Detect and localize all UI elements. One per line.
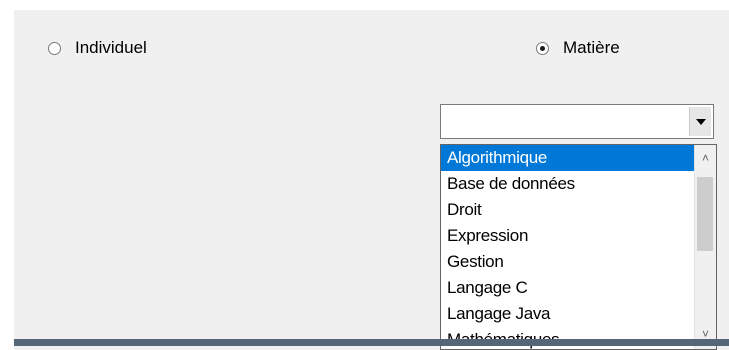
chevron-up-icon[interactable]: ˄	[695, 147, 716, 169]
list-scrollbar[interactable]: ˄ ˅	[694, 145, 716, 349]
list-item[interactable]: Gestion	[441, 249, 695, 275]
radio-matiere[interactable]: Matière	[536, 38, 620, 58]
window-bottom-border	[14, 339, 729, 346]
radio-individuel-label: Individuel	[75, 38, 147, 57]
list-item[interactable]: Langage C	[441, 275, 695, 301]
subject-combobox[interactable]	[440, 104, 714, 139]
chevron-down-icon	[695, 118, 706, 125]
list-item[interactable]: Langage Java	[441, 301, 695, 327]
list-item[interactable]: Droit	[441, 197, 695, 223]
scrollbar-thumb[interactable]	[697, 177, 713, 251]
combo-dropdown-button[interactable]	[689, 107, 711, 136]
list-item[interactable]: Expression	[441, 223, 695, 249]
radio-circle-icon[interactable]	[48, 41, 61, 55]
subject-dropdown-list[interactable]: Algorithmique Base de données Droit Expr…	[440, 144, 717, 350]
list-item[interactable]: Base de données	[441, 171, 695, 197]
radio-circle-checked-icon[interactable]	[536, 41, 549, 55]
radio-individuel[interactable]: Individuel	[48, 38, 147, 58]
radio-matiere-label: Matière	[563, 38, 620, 57]
list-item[interactable]: Algorithmique	[441, 145, 695, 171]
